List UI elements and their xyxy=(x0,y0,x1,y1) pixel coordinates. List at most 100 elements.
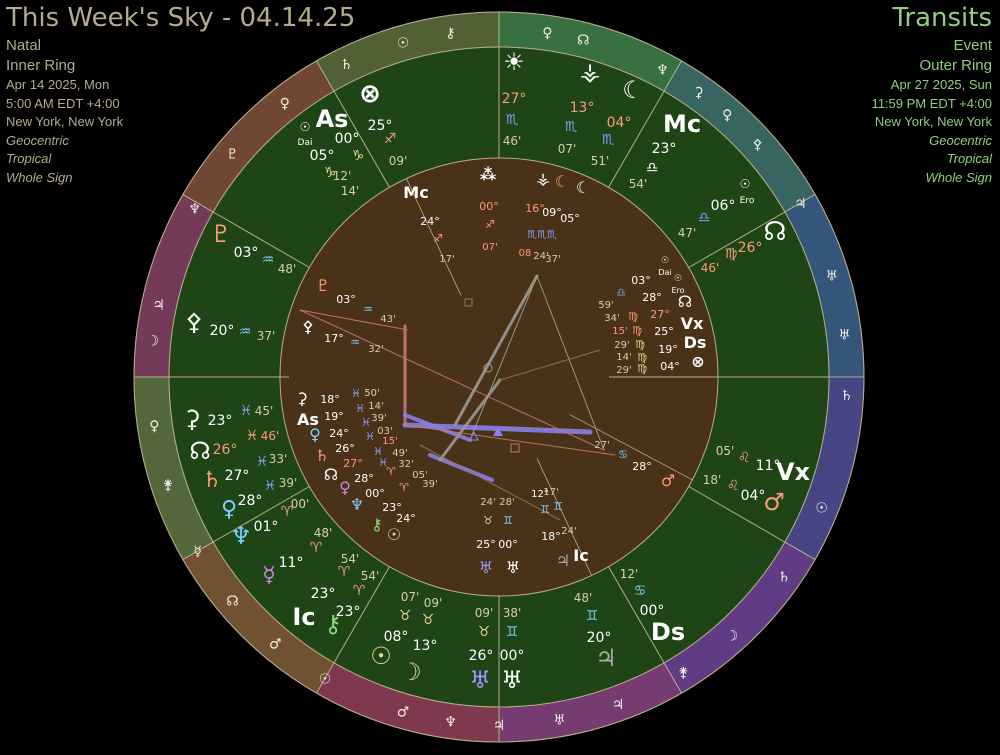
outer-planet-glyph: ♆ xyxy=(230,522,252,550)
inner-planet-glyph: ⚷ xyxy=(371,515,383,534)
outer-position-label: As xyxy=(316,105,349,133)
inner-planet-glyph: ☊ xyxy=(678,292,692,311)
outer-position-label: 45' xyxy=(255,404,274,418)
outer-position-label: 05' xyxy=(716,444,735,458)
inner-position-label: ♓ xyxy=(351,387,361,400)
inner-position-label: 14' xyxy=(616,352,631,363)
band-glyph: ⚳ xyxy=(693,85,703,101)
band-glyph: ⚵ xyxy=(678,665,688,681)
band-glyph: ☊ xyxy=(577,32,589,48)
outer-planet-glyph: ♂ xyxy=(763,488,785,516)
band-glyph: ♄ xyxy=(340,57,353,73)
inner-position-label: 39' xyxy=(371,413,386,424)
band-glyph: ⚷ xyxy=(445,25,455,41)
outer-position-label: 26° xyxy=(469,648,494,664)
outer-planet-glyph: ♅ xyxy=(501,666,523,694)
outer-planet-glyph: ☉ xyxy=(370,642,392,670)
inner-position-label: ♈ xyxy=(399,481,409,494)
inner-position-label: 24° xyxy=(396,512,416,525)
outer-position-label: 47' xyxy=(678,226,697,240)
inner-position-label: 28° xyxy=(632,460,652,473)
outer-position-label: ♎ xyxy=(646,160,659,176)
outer-position-label: 46' xyxy=(701,261,720,275)
band-glyph: ♇ xyxy=(226,146,239,162)
inner-position-label: Mc xyxy=(403,183,428,202)
inner-position-label: ♏♏♏ xyxy=(527,228,557,241)
band-glyph: ♂ xyxy=(269,637,282,653)
inner-position-label: ♒ xyxy=(363,303,373,316)
outer-position-label: 54' xyxy=(629,177,648,191)
outer-position-label: 27° xyxy=(225,468,250,484)
inner-position-label: ♊ xyxy=(503,514,513,527)
outer-position-label: Ero xyxy=(740,196,755,206)
outer-position-label: 13° xyxy=(570,100,595,116)
outer-position-label: 37' xyxy=(257,329,276,343)
outer-position-label: 27° xyxy=(502,91,527,107)
outer-position-label: ♉ xyxy=(399,608,412,624)
inner-position-label: 17' xyxy=(543,487,558,498)
inner-position-label: ♍ xyxy=(635,338,645,351)
band-glyph: ♄ xyxy=(778,570,791,586)
outer-position-label: ♊ xyxy=(506,624,519,640)
inner-position-label: 26° xyxy=(335,442,355,455)
band-glyph: ♅ xyxy=(553,713,566,729)
outer-position-label: 00° xyxy=(640,603,665,619)
band-glyph: ♅ xyxy=(838,328,851,344)
outer-planet-glyph: ♅ xyxy=(469,666,491,694)
inner-position-label: 17° xyxy=(324,332,344,345)
outer-position-label: 48' xyxy=(574,591,593,605)
outer-position-label: ♌ xyxy=(738,450,751,466)
outer-position-label: 09' xyxy=(389,154,408,168)
outer-position-label: 51' xyxy=(591,154,610,168)
band-glyph: ⚴ xyxy=(752,137,762,153)
outer-planet-glyph: ☊ xyxy=(763,217,786,247)
outer-planet-glyph: ⚷ xyxy=(324,610,342,638)
outer-position-label: 54' xyxy=(361,569,380,583)
inner-planet-glyph: ☾ xyxy=(576,178,590,197)
inner-position-label: ♓ xyxy=(355,402,365,415)
outer-planet-glyph: ☽ xyxy=(400,658,422,686)
inner-position-label: ♓ xyxy=(365,430,375,443)
band-glyph: ♀ xyxy=(149,418,159,434)
outer-position-label: 07' xyxy=(558,142,577,156)
outer-position-label: 48' xyxy=(314,526,333,540)
inner-position-label: ♊ xyxy=(540,503,550,516)
band-glyph: ☽ xyxy=(726,629,739,645)
outer-position-label: Ds xyxy=(651,618,685,646)
inner-planet-glyph: ♀ xyxy=(339,478,351,497)
outer-position-label: 46' xyxy=(503,134,522,148)
inner-position-label: 05° xyxy=(560,212,580,225)
outer-position-label: Ic xyxy=(292,603,315,631)
inner-position-label: Vx xyxy=(681,314,704,333)
outer-position-label: ♒ xyxy=(239,324,252,340)
outer-position-label: 11° xyxy=(279,555,304,571)
outer-position-label: 39' xyxy=(279,476,298,490)
inner-position-label: ♍ xyxy=(637,362,647,375)
inner-position-label: 32' xyxy=(368,344,383,355)
inner-position-label: 59' xyxy=(598,300,613,311)
outer-position-label: 18' xyxy=(703,473,722,487)
outer-planet-glyph: ☊ xyxy=(189,437,210,465)
band-glyph: ☿ xyxy=(193,544,202,560)
asteroid-marker-icon: ☉ xyxy=(674,274,682,284)
inner-planet-glyph: ☊ xyxy=(324,465,338,484)
band-glyph: ♆ xyxy=(188,201,201,217)
band-glyph: ☽ xyxy=(147,334,160,350)
inner-planet-glyph: ♀ xyxy=(309,425,321,444)
band-glyph: ♆ xyxy=(444,715,457,731)
inner-position-label: ♍ xyxy=(632,324,642,337)
outer-planet-glyph: ♇ xyxy=(210,220,232,248)
inner-position-label: 27° xyxy=(650,308,670,321)
band-glyph: ♃ xyxy=(794,196,807,212)
outer-position-label: ♓ xyxy=(264,478,277,494)
band-glyph: ♀ xyxy=(722,107,732,123)
band-glyph: ♂ xyxy=(397,705,410,721)
band-glyph: ♄ xyxy=(840,388,853,404)
outer-position-label: ♑ xyxy=(352,148,365,164)
inner-planet-glyph: ⚴ xyxy=(302,317,314,336)
outer-position-label: 00' xyxy=(291,497,310,511)
outer-position-label: ♈ xyxy=(353,583,366,599)
band-glyph: ☉ xyxy=(815,500,828,516)
inner-position-label: 43' xyxy=(380,314,395,325)
outer-planet-glyph: ♀ xyxy=(221,497,237,522)
